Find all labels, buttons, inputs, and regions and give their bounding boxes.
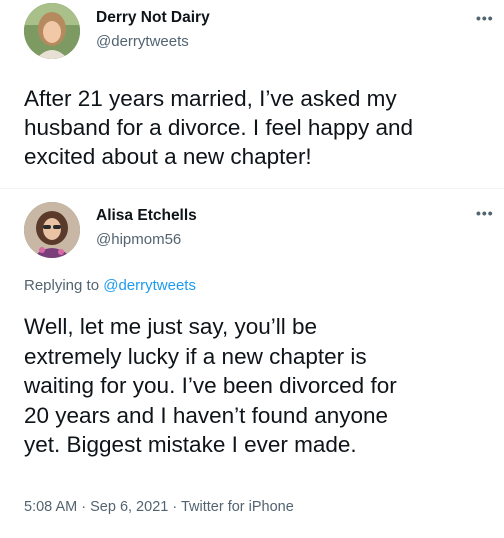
tweet-line: excited about a new chapter! [24,144,312,169]
replying-to: Replying to @derrytweets [24,277,196,294]
author-name[interactable]: Alisa Etchells [96,207,197,225]
reply-tweet: Alisa Etchells @hipmom56 ••• Replying to… [0,190,504,538]
tweet-line: Well, let me just say, you’ll be [24,314,318,339]
author-name[interactable]: Derry Not Dairy [96,9,210,27]
tweet-source[interactable]: Twitter for iPhone [181,499,294,515]
meta-separator: · [81,499,87,515]
tweet-line: husband for a divorce. I feel happy and [24,115,414,140]
author-handle[interactable]: @hipmom56 [96,231,181,248]
avatar-derry[interactable] [24,3,80,59]
divider [0,188,504,189]
more-options-icon[interactable]: ••• [476,205,494,221]
more-options-icon[interactable]: ••• [476,10,494,26]
author-handle[interactable]: @derrytweets [96,33,189,50]
tweet-meta: 5:08 AM · Sep 6, 2021 · Twitter for iPho… [24,499,294,515]
avatar-photo-icon [24,3,80,59]
tweet-line: 20 years and I haven’t found anyone [24,402,389,428]
tweet-line: yet. Biggest mistake I ever made. [24,432,357,457]
tweet-text: Well, let me just say, you’ll be extreme… [24,312,397,460]
mention-link[interactable]: @derrytweets [103,277,196,294]
tweet-text: After 21 years married, I’ve asked my hu… [24,84,413,171]
tweet-time[interactable]: 5:08 AM [24,499,77,515]
replying-label: Replying to [24,277,100,294]
original-tweet: Derry Not Dairy @derrytweets ••• After 2… [0,0,504,200]
avatar-photo-icon [24,202,80,258]
tweet-line: After 21 years married, I’ve asked my [24,86,397,111]
tweet-date[interactable]: Sep 6, 2021 [90,499,168,515]
avatar-alisa[interactable] [24,202,80,258]
tweet-line: extremely lucky if a new chapter is [24,343,367,369]
meta-separator: · [172,499,178,515]
tweet-line: waiting for you. I’ve been divorced for [24,373,397,398]
